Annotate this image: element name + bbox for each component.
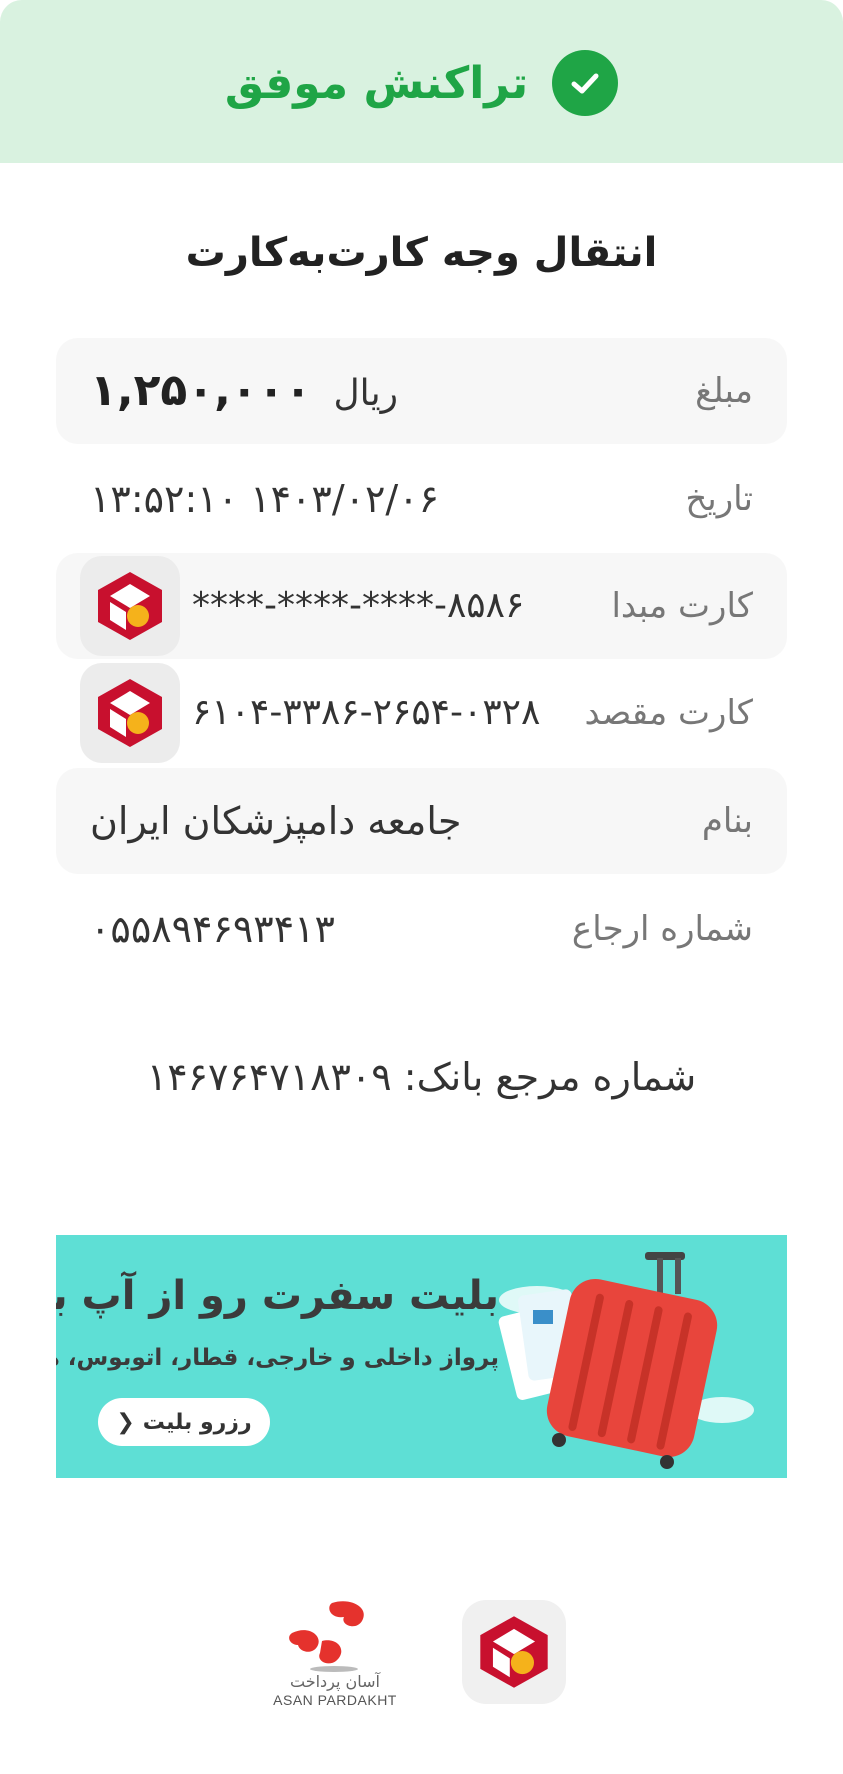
- mellat-bank-logo-icon: [80, 556, 180, 656]
- amount-unit: ریال: [333, 373, 399, 414]
- source-card-number: ****-****-****-۸۵۸۶: [192, 585, 525, 626]
- source-card-label: کارت مبدا: [611, 586, 753, 626]
- page-title: انتقال وجه کارت‌به‌کارت: [185, 230, 658, 276]
- banner-title: بلیت سفرت رو از آپ بخر!: [56, 1273, 499, 1319]
- suitcase-icon: [498, 1252, 754, 1469]
- reference-value: ۰۵۵۸۹۴۶۹۳۴۱۳: [90, 907, 335, 951]
- status-text: تراکنش موفق: [224, 57, 529, 109]
- reference-row: شماره ارجاع ۰۵۵۸۹۴۶۹۳۴۱۳: [56, 876, 787, 982]
- source-card-row: کارت مبدا ****-****-****-۸۵۸۶: [56, 553, 787, 659]
- date-row: تاریخ ۱۴۰۳/۰۲/۰۶ ۱۳:۵۲:۱۰: [56, 446, 787, 552]
- name-value: جامعه دامپزشکان ایران: [90, 799, 462, 843]
- mellat-bank-logo-icon: [80, 663, 180, 763]
- name-label: بنام: [701, 801, 753, 841]
- dest-card-row: کارت مقصد ۶۱۰۴-۳۳۸۶-۲۶۵۴-۰۳۲۸: [56, 660, 787, 766]
- reference-label: شماره ارجاع: [571, 909, 753, 949]
- mellat-bank-logo-icon: [462, 1600, 566, 1704]
- amount-value-group: ۱,۲۵۰,۰۰۰ ریال: [90, 338, 398, 444]
- ticket-ad-banner[interactable]: بلیت سفرت رو از آپ بخر! پرواز داخلی و خا…: [56, 1235, 787, 1478]
- dest-card-number: ۶۱۰۴-۳۳۸۶-۲۶۵۴-۰۳۲۸: [192, 692, 541, 733]
- status-header: تراکنش موفق: [0, 0, 843, 163]
- svg-text:آسان پرداخت: آسان پرداخت: [290, 1672, 382, 1692]
- check-circle-icon: [552, 50, 619, 116]
- amount-label: مبلغ: [695, 371, 753, 411]
- name-row: بنام جامعه دامپزشکان ایران: [56, 768, 787, 874]
- banner-subtitle: پرواز داخلی و خارجی، قطار، اتوبوس، هتل: [56, 1345, 499, 1371]
- amount-value: ۱,۲۵۰,۰۰۰: [90, 365, 312, 416]
- asan-pardakht-label: ASAN PARDAKHT: [273, 1692, 397, 1708]
- amount-row: مبلغ ۱,۲۵۰,۰۰۰ ریال: [56, 338, 787, 444]
- date-value: ۱۴۰۳/۰۲/۰۶ ۱۳:۵۲:۱۰: [90, 477, 440, 521]
- bank-reference: شماره مرجع بانک: ۱۴۶۷۶۴۷۱۸۳۰۹: [146, 1055, 697, 1099]
- reserve-ticket-button[interactable]: رزرو بلیت ❮: [98, 1398, 270, 1446]
- chevron-left-icon: ❮: [116, 1409, 135, 1435]
- status-bar: تراکنش موفق: [0, 50, 843, 116]
- date-label: تاریخ: [685, 479, 753, 519]
- dest-card-label: کارت مقصد: [584, 693, 753, 733]
- reserve-ticket-label: رزرو بلیت: [142, 1409, 252, 1435]
